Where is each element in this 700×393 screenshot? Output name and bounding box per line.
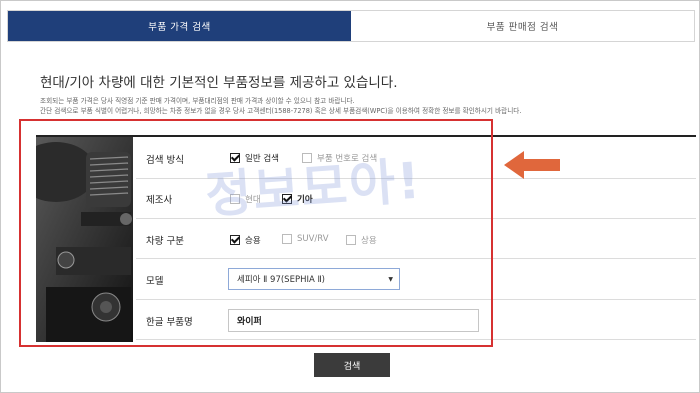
checkbox-unchecked-icon[interactable] xyxy=(230,194,240,204)
checkbox-unchecked-icon[interactable] xyxy=(282,234,292,244)
checkbox-unchecked-icon[interactable] xyxy=(346,235,356,245)
search-button[interactable]: 검색 xyxy=(314,353,390,377)
dropdown-arrow-icon: ▼ xyxy=(388,276,393,283)
option-general-search[interactable]: 일반 검색 xyxy=(230,152,279,164)
car-interior-photo xyxy=(36,137,133,342)
row-divider xyxy=(136,258,696,259)
option-label: 일반 검색 xyxy=(245,154,279,164)
pointer-arrow-icon xyxy=(504,151,560,179)
option-label: 기아 xyxy=(297,195,313,205)
row-divider xyxy=(136,299,696,300)
row-divider xyxy=(136,339,696,340)
tab-part-price-search[interactable]: 부품 가격 검색 xyxy=(8,11,351,41)
part-name-input[interactable]: 와이퍼 xyxy=(228,309,479,332)
row-divider xyxy=(136,178,696,179)
checkbox-checked-icon[interactable] xyxy=(282,194,292,204)
option-part-number-search[interactable]: 부품 번호로 검색 xyxy=(302,152,377,164)
option-passenger[interactable]: 승용 xyxy=(230,234,261,246)
option-label: 부품 번호로 검색 xyxy=(317,154,378,164)
search-method-label: 검색 방식 xyxy=(146,155,184,166)
option-label: 상용 xyxy=(361,236,377,246)
row-divider xyxy=(136,218,696,219)
vehicle-type-label: 차량 구분 xyxy=(146,236,184,247)
page-title: 현대/기아 차량에 대한 기본적인 부품정보를 제공하고 있습니다. xyxy=(40,75,398,91)
checkbox-checked-icon[interactable] xyxy=(230,235,240,245)
option-commercial[interactable]: 상용 xyxy=(346,234,377,246)
tab-part-store-search[interactable]: 부품 판매점 검색 xyxy=(351,11,694,41)
maker-label: 제조사 xyxy=(146,195,173,206)
description-line-1: 조회되는 부품 가격은 당사 직영점 기준 판매 가격이며, 부품대리점의 판매… xyxy=(40,97,355,105)
model-select[interactable]: 세피아 Ⅱ 97(SEPHIA Ⅱ) ▼ xyxy=(228,268,400,290)
option-suv-rv[interactable]: SUV/RV xyxy=(282,234,329,244)
option-kia[interactable]: 기아 xyxy=(282,193,313,205)
option-label: 현대 xyxy=(245,195,261,205)
part-name-label: 한글 부품명 xyxy=(146,317,193,328)
model-label: 모델 xyxy=(146,276,164,287)
tab-bar: 부품 가격 검색 부품 판매점 검색 xyxy=(7,10,695,42)
option-hyundai[interactable]: 현대 xyxy=(230,193,261,205)
option-label: 승용 xyxy=(245,236,261,246)
model-selected-value: 세피아 Ⅱ 97(SEPHIA Ⅱ) xyxy=(237,275,325,285)
checkbox-checked-icon[interactable] xyxy=(230,153,240,163)
option-label: SUV/RV xyxy=(297,234,329,244)
checkbox-unchecked-icon[interactable] xyxy=(302,153,312,163)
description-line-2: 간단 검색으로 부품 식별이 어렵거나, 희망하는 차종 정보가 없을 경우 당… xyxy=(40,107,522,115)
